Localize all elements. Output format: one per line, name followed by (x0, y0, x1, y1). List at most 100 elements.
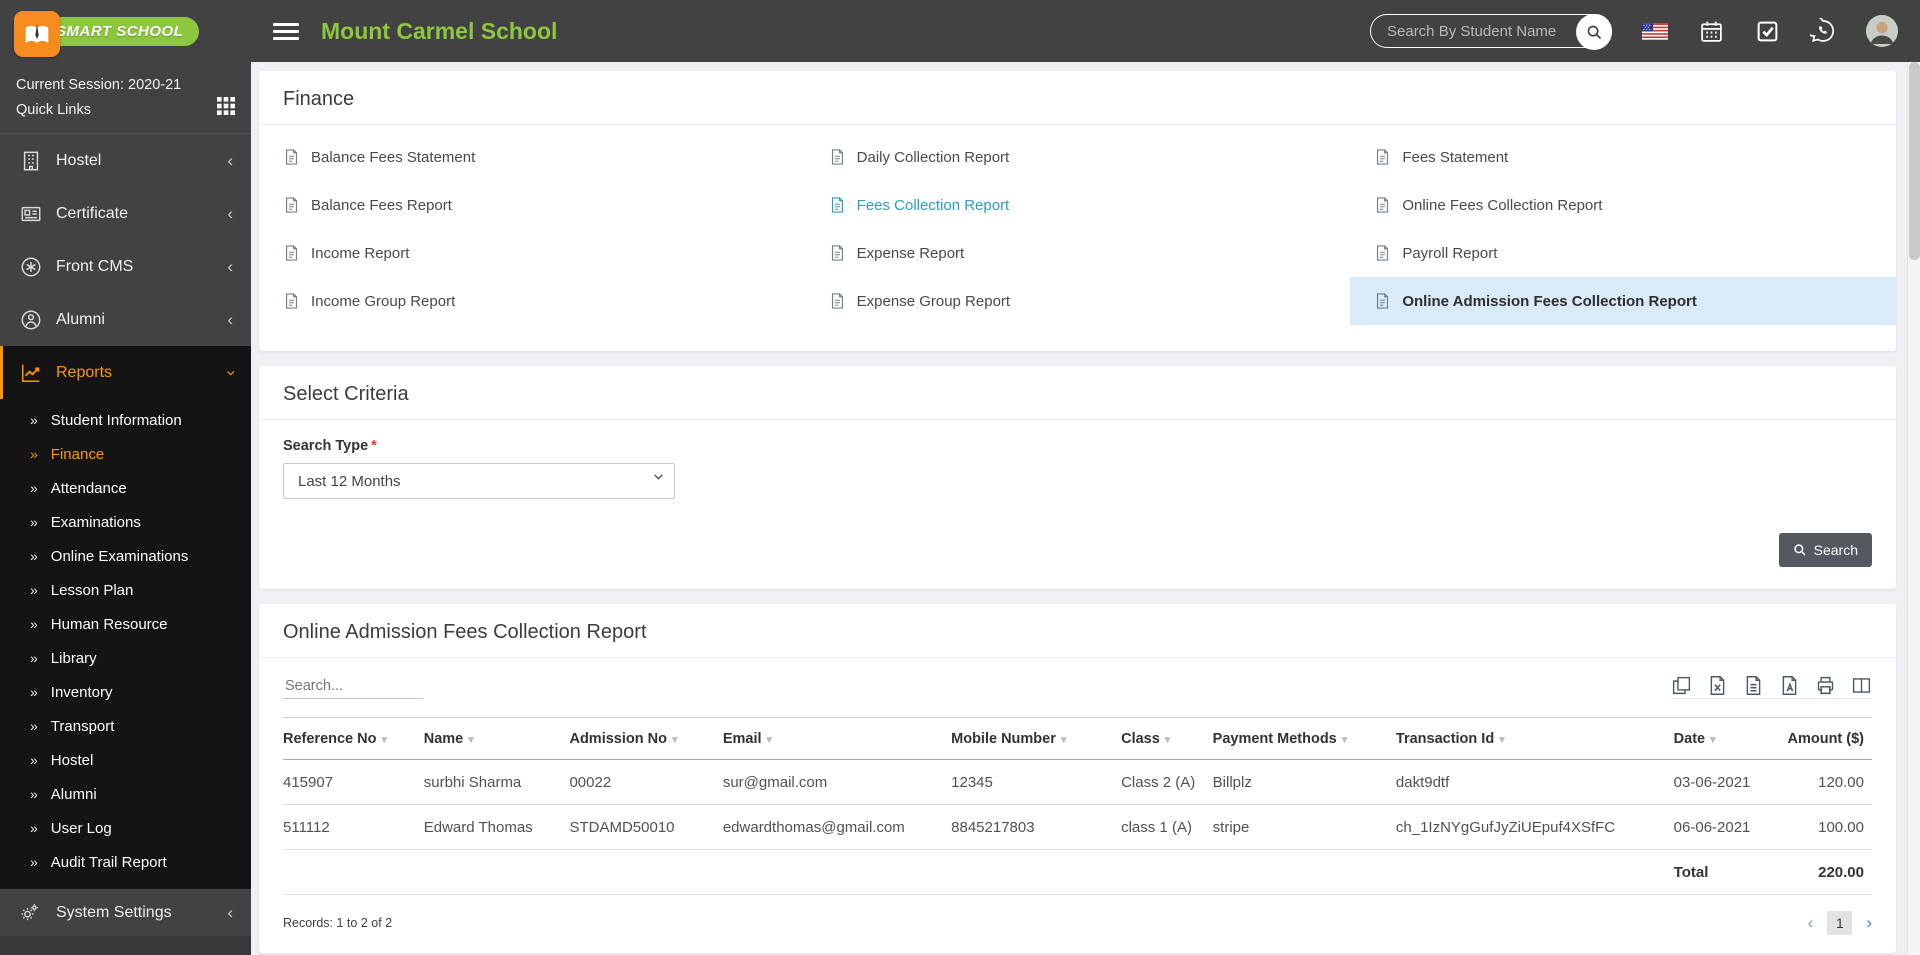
top-navbar: SMART SCHOOL Mount Carmel School (0, 0, 1920, 62)
sidebar-item-system-settings[interactable]: System Settings ‹ (0, 889, 251, 936)
col-email[interactable]: Email ▾ (722, 717, 952, 760)
cell-class: class 1 (A) (1121, 804, 1213, 850)
link-online-admission-fees-collection-report[interactable]: Online Admission Fees Collection Report (1350, 277, 1896, 325)
submenu-item-examinations[interactable]: » Examinations (0, 505, 251, 539)
submenu-item-human-resource[interactable]: » Human Resource (0, 607, 251, 641)
col-mobile-number[interactable]: Mobile Number ▾ (951, 717, 1122, 760)
pagination-page-1[interactable]: 1 (1827, 911, 1853, 935)
user-avatar[interactable] (1866, 15, 1898, 47)
link-income-group-report[interactable]: Income Group Report (259, 277, 805, 325)
sidebar-item-hostel[interactable]: Hostel ‹ (0, 134, 251, 187)
table-search-input[interactable] (283, 674, 423, 699)
student-search (1370, 14, 1612, 50)
cms-asterisk-icon (20, 256, 42, 278)
required-asterisk: * (371, 438, 377, 454)
sort-icon: ▾ (1499, 734, 1505, 746)
submenu-item-lesson-plan[interactable]: » Lesson Plan (0, 573, 251, 607)
cell-reference-no: 511112 (283, 804, 424, 850)
col-reference-no[interactable]: Reference No ▾ (283, 717, 424, 760)
submenu-item-library[interactable]: » Library (0, 641, 251, 675)
link-expense-group-report[interactable]: Expense Group Report (805, 277, 1351, 325)
file-icon (283, 195, 300, 215)
link-payroll-report[interactable]: Payroll Report (1350, 229, 1896, 277)
search-button[interactable]: Search (1778, 533, 1872, 567)
submenu-item-alumni[interactable]: » Alumni (0, 777, 251, 811)
link-fees-collection-report[interactable]: Fees Collection Report (805, 181, 1351, 229)
person-circle-icon (20, 309, 42, 331)
search-type-select[interactable]: Last 12 Months (283, 463, 675, 499)
csv-export-icon[interactable] (1743, 675, 1764, 696)
link-balance-fees-statement[interactable]: Balance Fees Statement (259, 133, 805, 181)
id-card-icon (20, 203, 42, 225)
scrollbar-thumb[interactable] (1909, 62, 1920, 260)
col-date[interactable]: Date ▾ (1673, 717, 1788, 760)
file-icon (1374, 195, 1391, 215)
link-income-report[interactable]: Income Report (259, 229, 805, 277)
hamburger-icon[interactable] (273, 19, 299, 44)
sidebar-item-certificate[interactable]: Certificate ‹ (0, 187, 251, 240)
search-type-label: Search Type (283, 438, 369, 454)
calendar-icon[interactable] (1698, 18, 1724, 44)
link-label: Fees Collection Report (856, 196, 1010, 214)
sort-icon: ▾ (1710, 734, 1716, 746)
col-name[interactable]: Name ▾ (423, 717, 570, 760)
whatsapp-icon[interactable] (1810, 18, 1836, 44)
submenu-item-user-log[interactable]: » User Log (0, 811, 251, 845)
submenu-item-hostel[interactable]: » Hostel (0, 743, 251, 777)
pagination-prev[interactable]: ‹ (1808, 913, 1814, 933)
submenu-item-online-examinations[interactable]: » Online Examinations (0, 539, 251, 573)
submenu-item-finance[interactable]: » Finance (0, 437, 251, 471)
link-label: Daily Collection Report (856, 148, 1010, 166)
link-daily-collection-report[interactable]: Daily Collection Report (805, 133, 1351, 181)
submenu-label: Attendance (50, 479, 127, 497)
link-expense-report[interactable]: Expense Report (805, 229, 1351, 277)
pdf-export-icon[interactable] (1779, 675, 1800, 696)
sidebar-item-front-cms[interactable]: Front CMS ‹ (0, 240, 251, 293)
submenu-item-student-information[interactable]: » Student Information (0, 403, 251, 437)
file-icon (829, 195, 846, 215)
sort-icon: ▾ (1341, 734, 1348, 746)
submenu-item-audit-trail-report[interactable]: » Audit Trail Report (0, 845, 251, 879)
file-icon (283, 291, 300, 311)
language-flag-icon[interactable] (1642, 18, 1668, 44)
search-icon[interactable] (1576, 14, 1612, 50)
sidebar-item-label: Certificate (56, 204, 129, 222)
smart-school-logo[interactable]: SMART SCHOOL (0, 10, 251, 57)
print-icon[interactable] (1815, 675, 1836, 696)
copy-icon[interactable] (1671, 675, 1692, 696)
report-card: Online Admission Fees Collection Report … (259, 604, 1896, 953)
submenu-item-transport[interactable]: » Transport (0, 709, 251, 743)
link-label: Payroll Report (1402, 244, 1498, 262)
search-icon (1793, 544, 1806, 556)
todo-check-icon[interactable] (1754, 18, 1780, 44)
sidebar-item-reports[interactable]: Reports ‹ (0, 346, 251, 399)
double-arrow-icon: » (30, 616, 38, 632)
cell-transaction: ch_1IzNYgGufJyZiUEpuf4XSfFC (1395, 804, 1674, 850)
student-search-input[interactable] (1371, 22, 1611, 40)
cell-class: Class 2 (A) (1121, 759, 1213, 805)
col-class[interactable]: Class ▾ (1121, 717, 1213, 760)
submenu-item-inventory[interactable]: » Inventory (0, 675, 251, 709)
link-balance-fees-report[interactable]: Balance Fees Report (259, 181, 805, 229)
link-fees-statement[interactable]: Fees Statement (1350, 133, 1896, 181)
link-label: Balance Fees Statement (311, 148, 476, 166)
file-icon (829, 147, 846, 167)
quick-links-grid-icon[interactable] (217, 97, 235, 123)
excel-export-icon[interactable] (1707, 675, 1728, 696)
link-online-fees-collection-report[interactable]: Online Fees Collection Report (1350, 181, 1896, 229)
col-admission-no[interactable]: Admission No ▾ (569, 717, 723, 760)
double-arrow-icon: » (30, 582, 38, 598)
col-payment-methods[interactable]: Payment Methods ▾ (1212, 717, 1396, 760)
link-label: Expense Report (856, 244, 965, 262)
sidebar-item-alumni[interactable]: Alumni ‹ (0, 293, 251, 346)
col-transaction-id[interactable]: Transaction Id ▾ (1395, 717, 1674, 760)
double-arrow-icon: » (30, 786, 38, 802)
table-total-row: Total 220.00 (283, 849, 1872, 895)
cell-admission-no: STDAMD50010 (569, 804, 723, 850)
pagination-next[interactable]: › (1866, 913, 1872, 933)
submenu-item-attendance[interactable]: » Attendance (0, 471, 251, 505)
col-amount[interactable]: Amount ($) (1787, 717, 1872, 760)
vertical-scrollbar[interactable] (1907, 62, 1920, 955)
column-visibility-icon[interactable] (1851, 675, 1872, 696)
double-arrow-icon: » (30, 820, 38, 836)
